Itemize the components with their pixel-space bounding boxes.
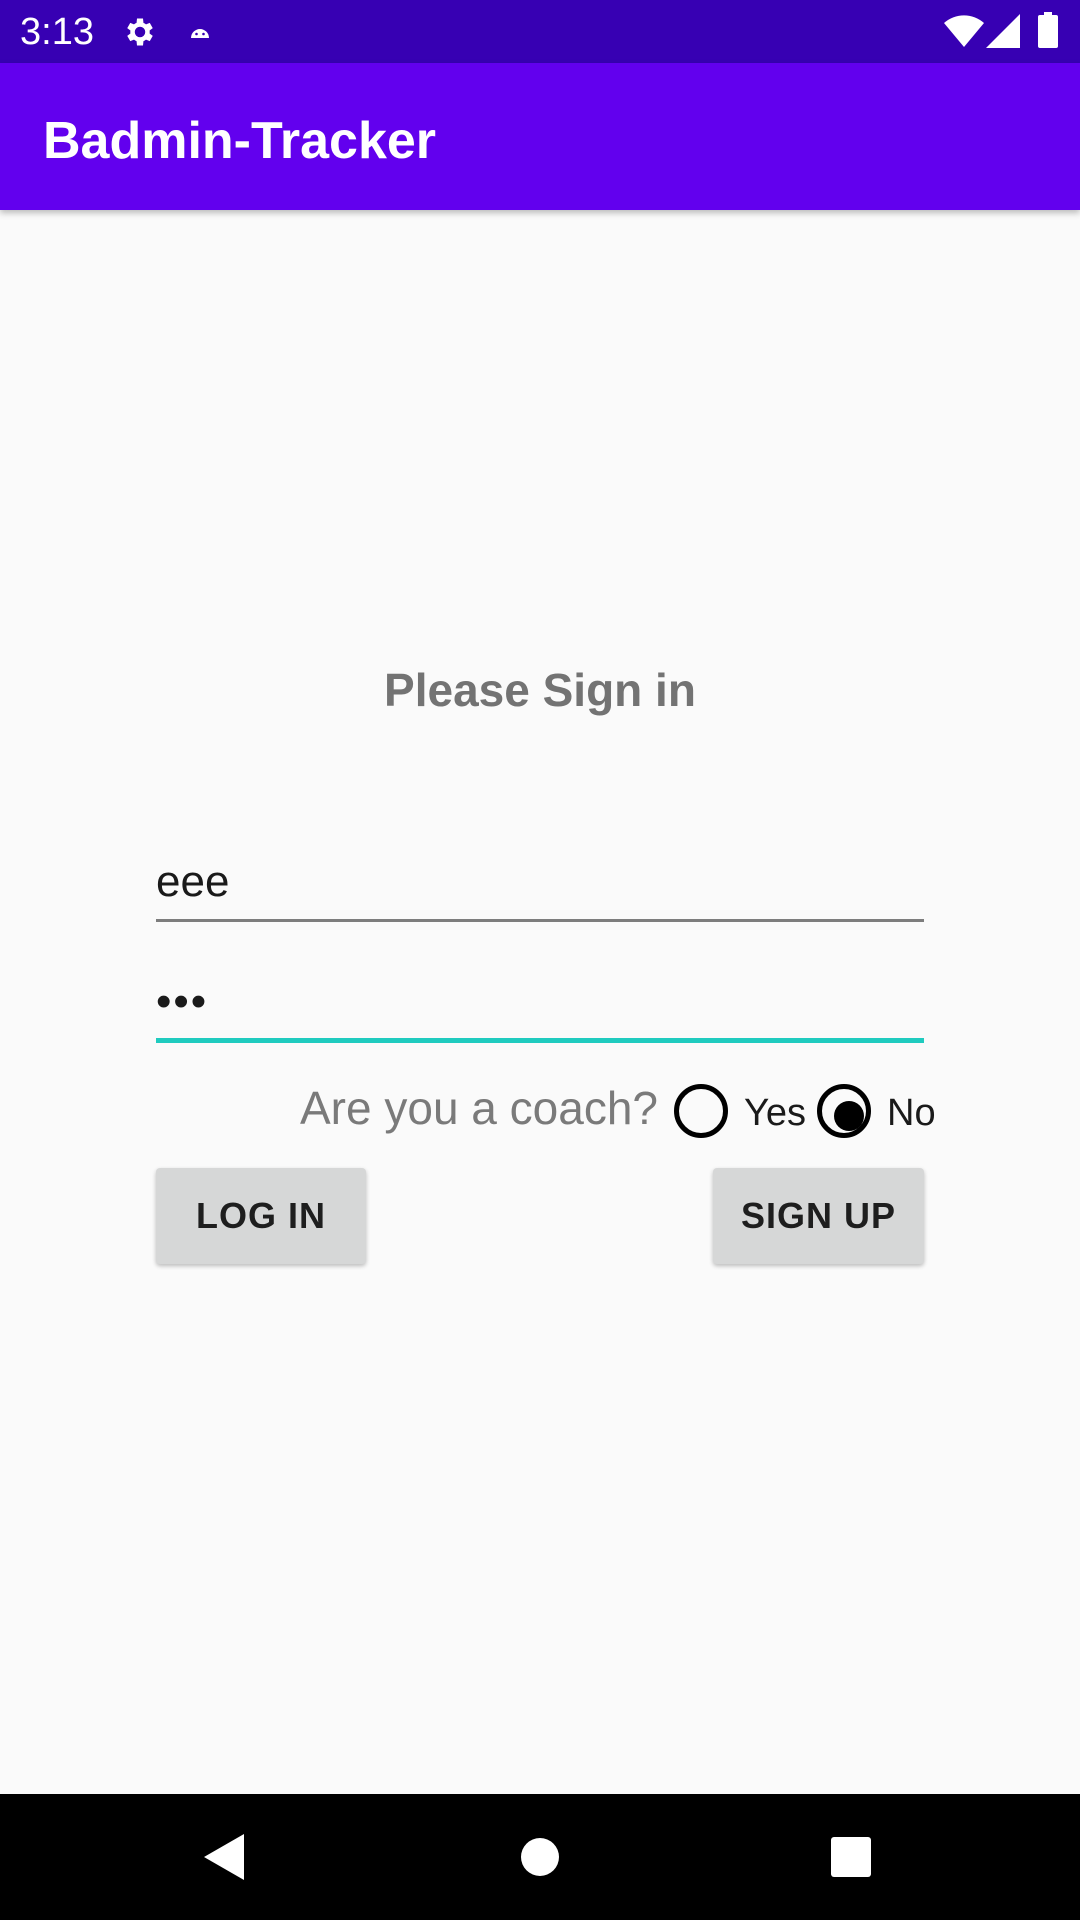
username-value: eee [156, 857, 230, 906]
app-bar: Badmin-Tracker [0, 63, 1080, 210]
app-title: Badmin-Tracker [43, 112, 437, 170]
app-screen: 3:13 Badmin-Tracker Please Sign in eee •… [0, 0, 1080, 1920]
recents-icon[interactable] [831, 1837, 871, 1877]
coach-yes-label: Yes [744, 1092, 806, 1134]
coach-question-label: Are you a coach? [300, 1082, 659, 1134]
password-value: ••• [156, 977, 209, 1026]
status-bar: 3:13 [0, 0, 1080, 63]
signal-icon [986, 14, 1020, 48]
password-field[interactable]: ••• [156, 972, 924, 1043]
coach-yes-radio[interactable]: Yes [674, 1084, 814, 1140]
radio-checked-icon [817, 1084, 871, 1138]
username-field[interactable]: eee [156, 852, 924, 922]
radio-unchecked-icon [674, 1084, 728, 1138]
page-title: Please Sign in [384, 664, 696, 716]
home-icon[interactable] [520, 1837, 560, 1877]
coach-no-label: No [887, 1092, 936, 1134]
navigation-bar [0, 1794, 1080, 1920]
signup-button[interactable]: SIGN UP [713, 1168, 924, 1264]
gear-icon [127, 18, 153, 46]
login-button[interactable]: LOG IN [156, 1168, 366, 1264]
android-icon [191, 29, 209, 38]
back-icon[interactable] [204, 1834, 244, 1880]
coach-no-radio[interactable]: No [817, 1084, 937, 1140]
battery-icon [1038, 12, 1058, 48]
status-time: 3:13 [20, 11, 94, 53]
wifi-icon [944, 15, 984, 47]
radio-dot [834, 1101, 864, 1131]
